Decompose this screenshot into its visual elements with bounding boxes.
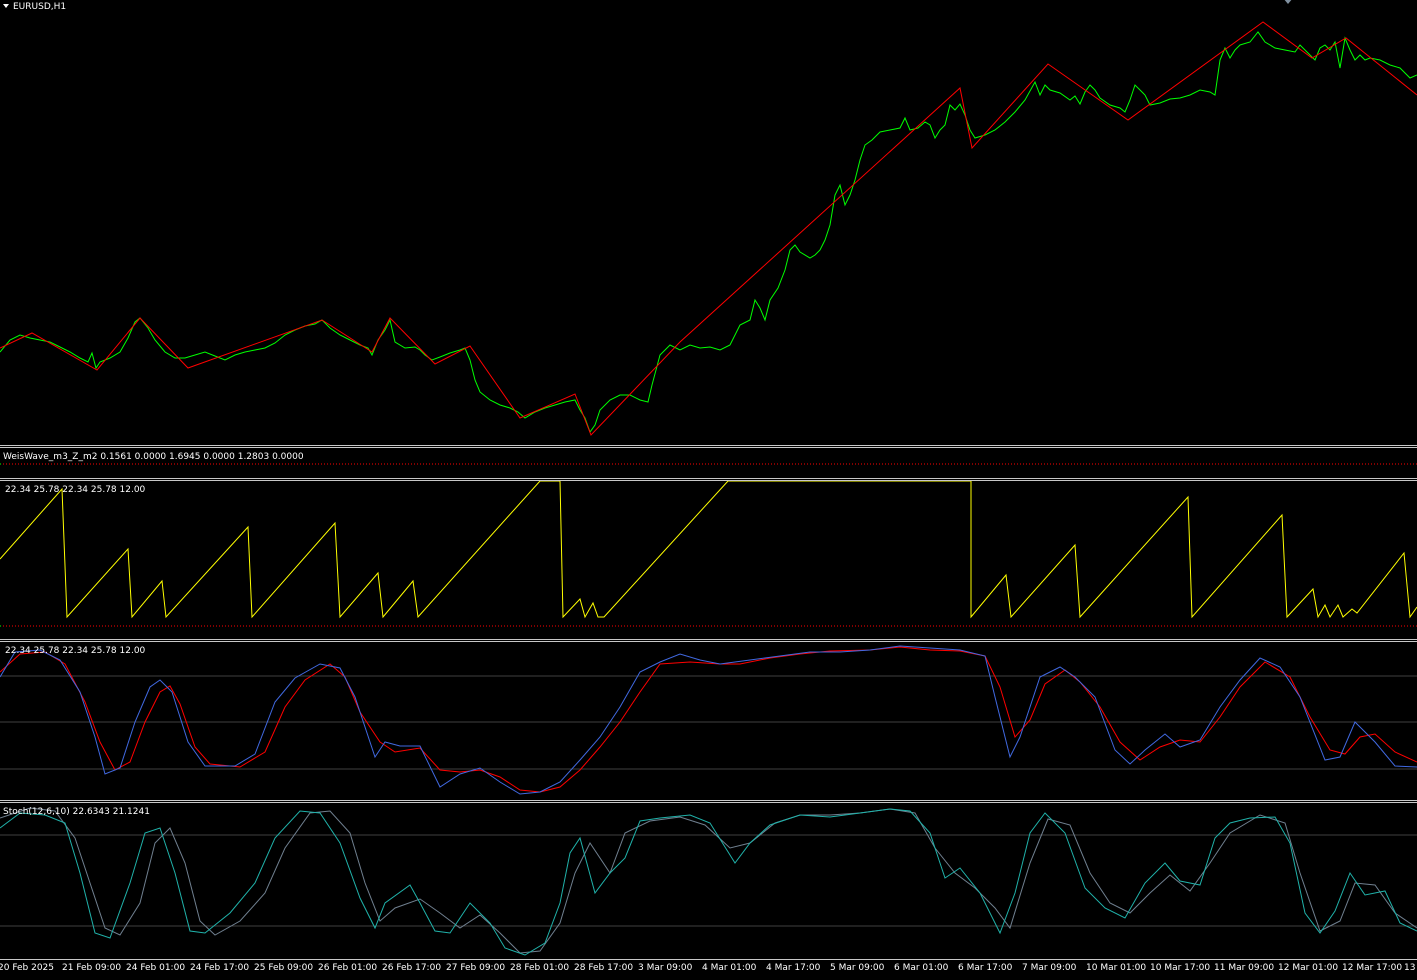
weiswave-pane[interactable]: WeisWave_m3_Z_m2 0.1561 0.0000 1.6945 0.… — [0, 448, 1417, 478]
time-tick: 6 Mar 01:00 — [894, 963, 949, 973]
collapse-triangle-icon[interactable] — [3, 4, 9, 8]
wave-volume-svg — [0, 481, 1417, 627]
stoch-signal-line — [0, 807, 1417, 954]
price-chart-svg — [0, 21, 1417, 436]
oscillator-red-line — [0, 646, 1417, 793]
time-tick: 4 Mar 17:00 — [766, 963, 821, 973]
symbol-text: EURUSD,H1 — [13, 2, 67, 12]
time-tick: 12 Mar 01:00 — [1278, 963, 1339, 973]
time-tick: 28 Feb 17:00 — [574, 963, 634, 973]
time-tick: 24 Feb 17:00 — [190, 963, 250, 973]
wave-volume-label: 22.34 25.78 22.34 25.78 12.00 — [5, 485, 146, 495]
oscillator-pane[interactable]: 22.34 25.78 22.34 25.78 12.00 — [0, 642, 1417, 800]
time-tick: 20 Feb 2025 — [0, 963, 55, 973]
oscillator-svg — [0, 645, 1417, 795]
time-tick: 12 Mar 17:00 — [1342, 963, 1403, 973]
price-line — [0, 31, 1417, 434]
time-tick: 27 Feb 09:00 — [446, 963, 506, 973]
time-tick: 24 Feb 01:00 — [126, 963, 186, 973]
time-tick: 11 Mar 09:00 — [1214, 963, 1275, 973]
time-tick: 26 Feb 01:00 — [318, 963, 378, 973]
shift-marker-icon[interactable] — [1283, 0, 1293, 4]
stochastic-pane[interactable]: Stoch(12,6,10) 22.6343 21.1241 — [0, 803, 1417, 959]
time-tick: 25 Feb 09:00 — [254, 963, 314, 973]
time-tick: 3 Mar 09:00 — [638, 963, 693, 973]
stochastic-label: Stoch(12,6,10) 22.6343 21.1241 — [3, 807, 150, 817]
time-axis[interactable]: 20 Feb 2025 21 Feb 09:00 24 Feb 01:00 24… — [0, 959, 1417, 980]
time-tick: 21 Feb 09:00 — [62, 963, 122, 973]
symbol-timeframe-label[interactable]: EURUSD,H1 — [3, 2, 66, 13]
wave-volume-pane[interactable]: 22.34 25.78 22.34 25.78 12.00 — [0, 481, 1417, 639]
time-tick: 7 Mar 09:00 — [1022, 963, 1077, 973]
oscillator-label: 22.34 25.78 22.34 25.78 12.00 — [5, 646, 146, 656]
time-tick: 10 Mar 01:00 — [1086, 963, 1147, 973]
time-tick: 10 Mar 17:00 — [1150, 963, 1211, 973]
time-tick: 13 — [1404, 963, 1416, 973]
zigzag-line — [0, 21, 1417, 436]
time-tick: 6 Mar 17:00 — [958, 963, 1013, 973]
wave-volume-line — [0, 481, 1417, 619]
oscillator-blue-line — [0, 645, 1417, 795]
time-tick: 26 Feb 17:00 — [382, 963, 442, 973]
weiswave-label: WeisWave_m3_Z_m2 0.1561 0.0000 1.6945 0.… — [3, 452, 304, 462]
price-chart-pane[interactable]: EURUSD,H1 — [0, 0, 1417, 445]
time-tick: 5 Mar 09:00 — [830, 963, 885, 973]
stochastic-svg — [0, 807, 1417, 956]
time-tick: 4 Mar 01:00 — [702, 963, 757, 973]
time-tick: 28 Feb 01:00 — [510, 963, 570, 973]
